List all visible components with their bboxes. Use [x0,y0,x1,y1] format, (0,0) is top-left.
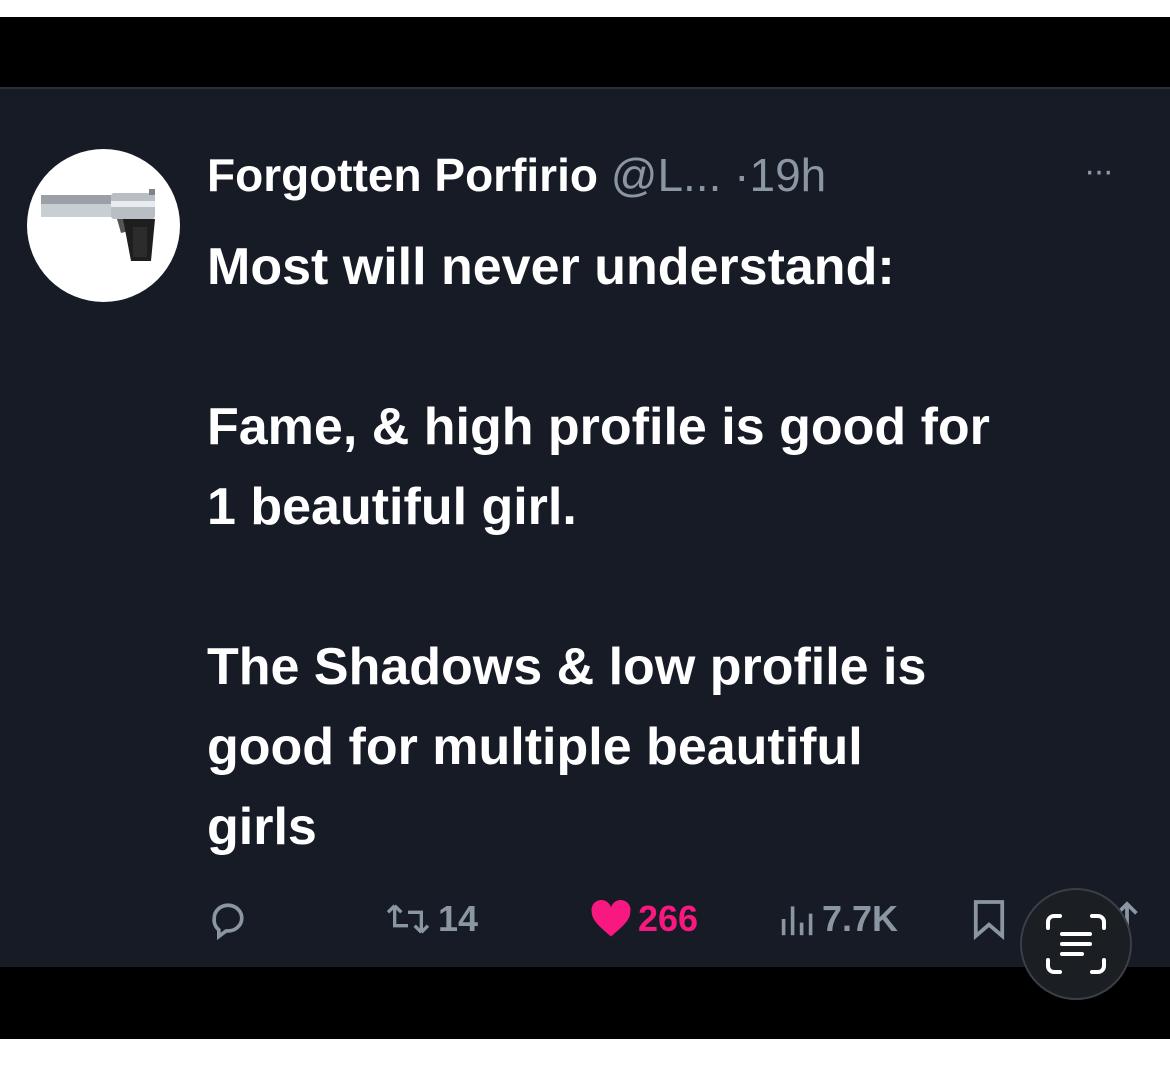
text-line: 1 beautiful girl. [207,478,577,536]
reply-icon [212,903,244,941]
views-icon [781,906,813,936]
like-count: 266 [638,898,699,939]
reply-button[interactable] [206,889,250,949]
text-line: The Shadows & low profile is [207,638,927,696]
retweet-count: 14 [438,898,479,939]
tweet-card[interactable]: Forgotten Porfirio @L... ·19h ··· Most w… [0,87,1170,967]
bookmark-button[interactable] [972,889,1006,949]
tweet-text: Most will never understand: Fame, & high… [207,227,1157,867]
action-bar: 14 266 7.7K [0,889,1170,949]
text-line: Fame, & high profile is good for [207,398,990,456]
retweet-icon [386,904,430,934]
text-line: girls [207,798,317,856]
author-name[interactable]: Forgotten Porfirio [207,149,598,201]
avatar[interactable] [27,149,180,302]
bookmark-icon [973,900,1005,940]
retweet-button[interactable]: 14 [384,889,478,949]
text-line: Most will never understand: [207,238,895,296]
scan-text-icon [1046,914,1106,974]
scan-text-button[interactable] [1020,888,1132,1000]
views-button[interactable]: 7.7K [780,889,898,949]
more-options-icon[interactable]: ··· [1084,154,1114,188]
bottom-bar [0,967,1170,1039]
like-button[interactable]: 266 [590,889,698,949]
tweet-header: Forgotten Porfirio @L... ·19h [207,145,826,205]
heart-icon [591,899,631,937]
author-handle[interactable]: @L... [611,149,722,201]
text-line: good for multiple beautiful [207,718,863,776]
separator-dot: · [734,149,750,201]
views-count: 7.7K [822,898,899,939]
post-time[interactable]: 19h [749,149,826,201]
pistol-icon [41,189,155,261]
